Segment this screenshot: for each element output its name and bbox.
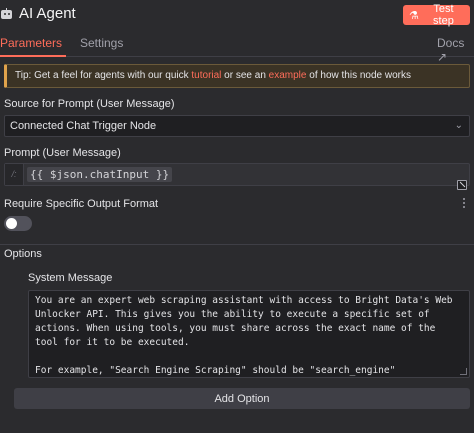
options-label: Options [4, 248, 42, 260]
tab-settings[interactable]: Settings [80, 36, 123, 50]
output-format-toggle[interactable] [4, 216, 32, 231]
tab-docs[interactable]: Docs ↗ [437, 36, 474, 64]
source-prompt-value: Connected Chat Trigger Node [10, 120, 157, 132]
system-message-label: System Message [28, 272, 113, 284]
resize-handle[interactable] [460, 368, 467, 375]
node-title[interactable]: AI Agent [19, 5, 76, 22]
output-format-label: Require Specific Output Format [4, 198, 159, 210]
more-options-icon[interactable] [463, 198, 466, 210]
prompt-expression-field[interactable]: /: {{ $json.chatInput }} [4, 163, 470, 190]
panel-bottom [0, 412, 474, 433]
prompt-expression: {{ $json.chatInput }} [27, 167, 173, 182]
source-prompt-select[interactable]: Connected Chat Trigger Node ⌄ [4, 115, 470, 137]
system-message-line-2: For example, "Search Engine Scraping" sh… [35, 365, 396, 376]
node-header: AI Agent ⚗ Test step [0, 0, 474, 30]
test-step-label: Test step [433, 3, 454, 27]
tip-banner: Tip: Get a feel for agents with our quic… [4, 64, 470, 88]
flask-icon: ⚗ [409, 9, 419, 22]
example-link[interactable]: example [269, 70, 307, 81]
robot-icon [0, 8, 13, 20]
expression-mode-icon: /: [5, 164, 24, 185]
section-divider [0, 244, 474, 245]
system-message-line-1: You are an expert web scraping assistant… [35, 295, 453, 348]
tab-parameters[interactable]: Parameters [0, 36, 62, 50]
system-message-input[interactable]: You are an expert web scraping assistant… [28, 290, 470, 378]
tutorial-link[interactable]: tutorial [191, 70, 221, 81]
source-prompt-label: Source for Prompt (User Message) [4, 98, 175, 110]
chevron-down-icon: ⌄ [454, 120, 463, 131]
active-tab-indicator [0, 55, 66, 57]
prompt-label: Prompt (User Message) [4, 147, 121, 159]
expand-editor-icon[interactable] [457, 180, 467, 190]
test-step-button[interactable]: ⚗ Test step [403, 3, 470, 27]
tab-bar: Parameters Settings Docs ↗ [0, 30, 474, 64]
add-option-button[interactable]: Add Option [14, 388, 470, 409]
toggle-knob [6, 218, 17, 229]
